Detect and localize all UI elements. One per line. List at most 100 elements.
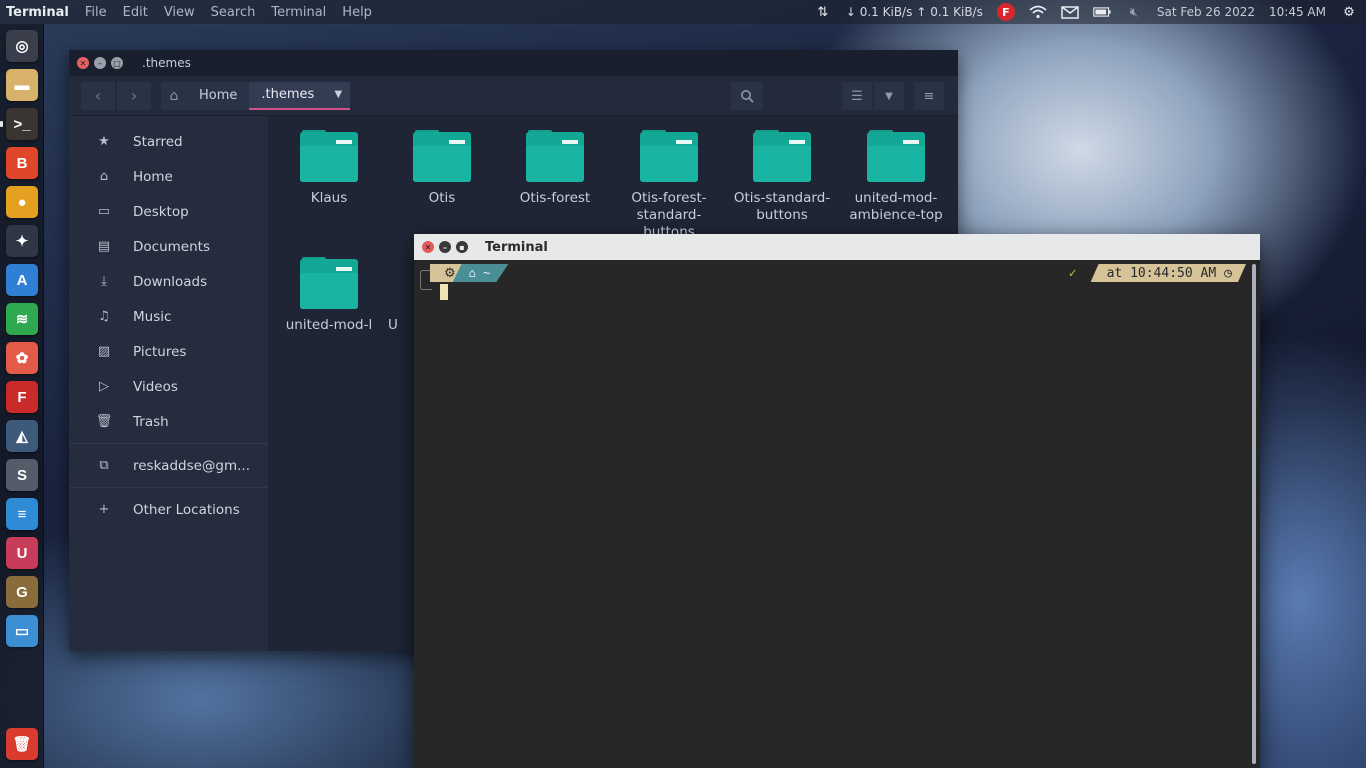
view-options-button[interactable]: ▼ bbox=[874, 82, 904, 110]
fm-minimize-button[interactable]: – bbox=[94, 57, 106, 69]
launcher-ubuntu-software-icon[interactable]: ✿ bbox=[6, 342, 38, 374]
launcher-files-icon[interactable]: ▬ bbox=[6, 69, 38, 101]
launcher-chrome-icon[interactable]: ● bbox=[6, 186, 38, 218]
terminal-minimize-button[interactable]: – bbox=[439, 241, 451, 253]
menu-app-name[interactable]: Terminal bbox=[4, 5, 77, 20]
launcher-ubuntu-dash-icon[interactable]: ◎ bbox=[6, 30, 38, 62]
videos-icon: ▷ bbox=[99, 379, 109, 394]
fm-maximize-button[interactable]: □ bbox=[111, 57, 123, 69]
folder-icon bbox=[300, 130, 358, 182]
sidebar-item-downloads[interactable]: ⤓ Downloads bbox=[69, 264, 268, 299]
folder-item[interactable]: united-mod-ambience-top bbox=[846, 130, 946, 224]
menu-edit[interactable]: Edit bbox=[115, 5, 156, 20]
sidebar-item-videos[interactable]: ▷ Videos bbox=[69, 369, 268, 404]
folder-icon bbox=[753, 130, 811, 182]
menu-search[interactable]: Search bbox=[203, 5, 264, 20]
menu-view[interactable]: View bbox=[156, 5, 203, 20]
folder-item[interactable]: U bbox=[388, 259, 408, 334]
sidebar-divider bbox=[69, 443, 268, 444]
indicator-area: ⇅ ↓ 0.1 KiB/s ↑ 0.1 KiB/s F 🔇︎ Sat Feb 2… bbox=[814, 3, 1366, 21]
fm-sidebar: ★ Starred ⌂ Home ▭ Desktop ▤ Documents ⤓ Download… bbox=[69, 116, 268, 651]
launcher-spotify-icon[interactable]: ≋ bbox=[6, 303, 38, 335]
home-icon[interactable]: ⌂ bbox=[161, 88, 187, 104]
fm-close-button[interactable]: ✕ bbox=[77, 57, 89, 69]
fm-titlebar[interactable]: ✕ – □ .themes bbox=[69, 50, 958, 76]
sidebar-divider bbox=[69, 487, 268, 488]
terminal-close-button[interactable]: ✕ bbox=[422, 241, 434, 253]
sidebar-item-label: Starred bbox=[133, 133, 183, 150]
prompt-cwd: ⌂ ~ bbox=[453, 264, 509, 282]
sidebar-item-label: Documents bbox=[133, 238, 210, 255]
launcher-layers-icon[interactable]: ≡ bbox=[6, 498, 38, 530]
mail-icon[interactable] bbox=[1061, 4, 1079, 20]
menu-button[interactable]: ≡ bbox=[914, 82, 944, 110]
folder-icon bbox=[640, 130, 698, 182]
terminal-maximize-button[interactable]: ▪ bbox=[456, 241, 468, 253]
search-button[interactable] bbox=[731, 82, 763, 110]
list-view-button[interactable]: ☰ bbox=[842, 82, 872, 110]
sidebar-item-label: Desktop bbox=[133, 203, 189, 220]
global-menu: Terminal File Edit View Search Terminal … bbox=[0, 0, 380, 24]
folder-item[interactable]: Otis-standard-buttons bbox=[732, 130, 832, 224]
sidebar-item-other-locations[interactable]: + Other Locations bbox=[69, 492, 268, 527]
menu-help[interactable]: Help bbox=[334, 5, 380, 20]
panel-date[interactable]: Sat Feb 26 2022 bbox=[1157, 5, 1255, 19]
sidebar-item-music[interactable]: ♫ Music bbox=[69, 299, 268, 334]
app-indicator-icon[interactable]: F bbox=[996, 3, 1015, 21]
folder-item[interactable]: united-mod-l bbox=[279, 257, 379, 334]
launcher-terminal-icon[interactable]: >_ bbox=[6, 108, 38, 140]
menu-file[interactable]: File bbox=[77, 5, 115, 20]
clock-icon: ◷ bbox=[1224, 265, 1232, 281]
prompt-right: ✓ at 10:44:50 AM ◷ bbox=[1069, 264, 1246, 282]
volume-muted-icon[interactable]: 🔇︎ bbox=[1125, 4, 1143, 20]
launcher-gimp-icon[interactable]: G bbox=[6, 576, 38, 608]
sidebar-item-documents[interactable]: ▤ Documents bbox=[69, 229, 268, 264]
terminal-title: Terminal bbox=[485, 239, 548, 255]
starred-icon: ★ bbox=[98, 134, 110, 149]
network-arrows-icon[interactable]: ⇅ bbox=[814, 4, 832, 20]
sidebar-item-starred[interactable]: ★ Starred bbox=[69, 124, 268, 159]
sidebar-item-trash[interactable]: 🗑 Trash bbox=[69, 404, 268, 439]
fm-window-title: .themes bbox=[142, 56, 191, 70]
sidebar-item-desktop[interactable]: ▭ Desktop bbox=[69, 194, 268, 229]
sidebar-item-label: Music bbox=[133, 308, 172, 325]
back-button[interactable]: ‹ bbox=[81, 81, 115, 110]
launcher-app-red-icon[interactable]: F bbox=[6, 381, 38, 413]
folder-item[interactable]: Otis-forest-standard-buttons bbox=[619, 130, 719, 241]
folder-item[interactable]: Otis-forest bbox=[505, 130, 605, 207]
desktop-icon: ▭ bbox=[97, 204, 111, 219]
terminal-titlebar[interactable]: ✕ – ▪ Terminal bbox=[414, 234, 1260, 260]
path-dropdown-icon[interactable]: ▼ bbox=[326, 81, 351, 110]
launcher-trash-icon[interactable]: 🗑 bbox=[6, 728, 38, 760]
path-current[interactable]: .themes bbox=[249, 81, 327, 110]
prompt-left: ⚙ ⌂ ~ bbox=[420, 264, 509, 290]
home-icon: ⌂ bbox=[99, 169, 109, 184]
account-icon: ⧉ bbox=[99, 458, 109, 473]
documents-icon: ▤ bbox=[97, 239, 111, 254]
launcher-brave-icon[interactable]: B bbox=[6, 147, 38, 179]
sidebar-item-pictures[interactable]: ▨ Pictures bbox=[69, 334, 268, 369]
wifi-icon[interactable] bbox=[1029, 4, 1047, 20]
forward-button[interactable]: › bbox=[117, 81, 151, 110]
folder-item[interactable]: Klaus bbox=[279, 130, 379, 207]
launcher-app-s-icon[interactable]: S bbox=[6, 459, 38, 491]
chevron-left-icon: ‹ bbox=[94, 86, 102, 105]
launcher-app-u-icon[interactable]: U bbox=[6, 537, 38, 569]
launcher-game-icon[interactable]: ✦ bbox=[6, 225, 38, 257]
downloads-icon: ⤓ bbox=[101, 274, 107, 289]
settings-gear-icon[interactable]: ⚙ bbox=[1340, 4, 1358, 20]
panel-time[interactable]: 10:45 AM bbox=[1269, 5, 1326, 19]
terminal-scrollbar[interactable] bbox=[1252, 264, 1256, 764]
terminal-window[interactable]: ✕ – ▪ Terminal ⚙ ⌂ ~ ✓ at 10:44:50 AM ◷ bbox=[414, 234, 1260, 768]
battery-icon[interactable] bbox=[1093, 4, 1111, 20]
launcher-display-icon[interactable]: ▭ bbox=[6, 615, 38, 647]
hamburger-icon: ≡ bbox=[923, 88, 935, 104]
launcher-unity-3d-icon[interactable]: ◭ bbox=[6, 420, 38, 452]
path-home[interactable]: Home bbox=[187, 82, 249, 110]
folder-item[interactable]: Otis bbox=[392, 130, 492, 207]
sidebar-item-account[interactable]: ⧉ reskaddse@gm... bbox=[69, 448, 268, 483]
launcher-app-a-icon[interactable]: A bbox=[6, 264, 38, 296]
terminal-cursor[interactable] bbox=[440, 284, 448, 300]
menu-terminal[interactable]: Terminal bbox=[263, 5, 334, 20]
sidebar-item-home[interactable]: ⌂ Home bbox=[69, 159, 268, 194]
